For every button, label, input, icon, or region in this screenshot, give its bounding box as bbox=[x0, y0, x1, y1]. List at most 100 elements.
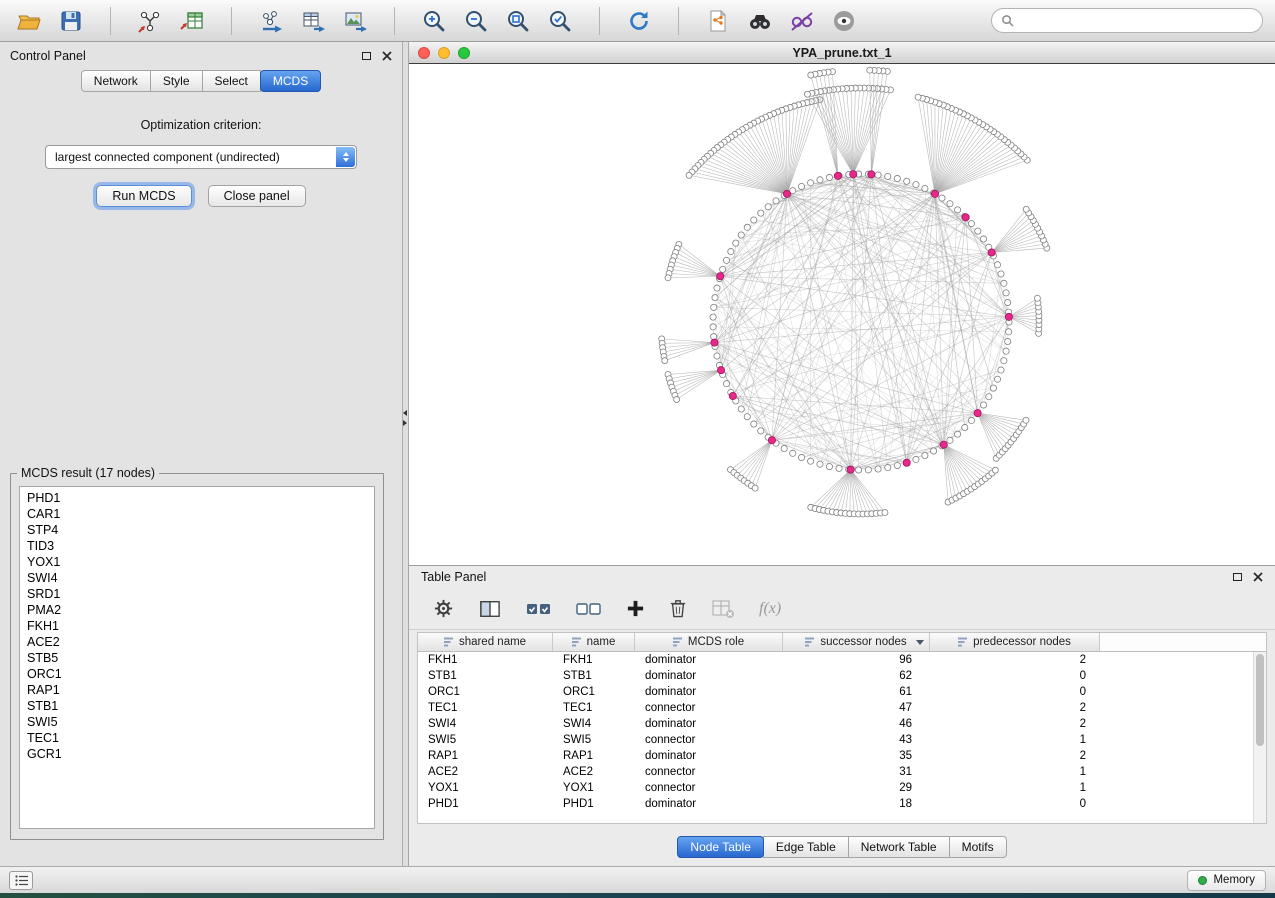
close-panel-icon[interactable] bbox=[382, 51, 392, 61]
mcds-result-item[interactable]: PMA2 bbox=[27, 602, 367, 618]
tab-network[interactable]: Network bbox=[81, 70, 151, 92]
column-header-predecessor-nodes[interactable]: predecessor nodes bbox=[930, 633, 1100, 651]
table-cell: 1 bbox=[930, 782, 1100, 794]
table-row[interactable]: SWI5SWI5connector431 bbox=[418, 732, 1253, 748]
mcds-result-item[interactable]: SWI5 bbox=[27, 714, 367, 730]
tab-network-table[interactable]: Network Table bbox=[848, 836, 950, 858]
tab-select[interactable]: Select bbox=[202, 70, 261, 92]
eye-button[interactable] bbox=[827, 4, 861, 38]
close-panel-button[interactable]: Close panel bbox=[208, 185, 306, 207]
table-cell: 96 bbox=[783, 654, 930, 666]
mcds-result-item[interactable]: STB1 bbox=[27, 698, 367, 714]
table-scrollbar[interactable] bbox=[1253, 652, 1266, 823]
table-row[interactable]: STB1STB1dominator620 bbox=[418, 668, 1253, 684]
float-panel-icon[interactable] bbox=[362, 52, 371, 60]
table-cell: ACE2 bbox=[418, 766, 553, 778]
select-stepper-icon bbox=[336, 147, 355, 167]
table-row[interactable]: SWI4SWI4dominator462 bbox=[418, 716, 1253, 732]
sort-descending-icon bbox=[916, 640, 924, 645]
mcds-result-item[interactable]: RAP1 bbox=[27, 682, 367, 698]
select-all-icon bbox=[526, 600, 552, 618]
tab-mcds[interactable]: MCDS bbox=[260, 70, 321, 92]
mcds-result-item[interactable]: TEC1 bbox=[27, 730, 367, 746]
table-panel-header: Table Panel bbox=[409, 566, 1275, 588]
mcds-result-item[interactable]: YOX1 bbox=[27, 554, 367, 570]
table-row[interactable]: RAP1RAP1dominator352 bbox=[418, 748, 1253, 764]
mcds-result-item[interactable]: GCR1 bbox=[27, 746, 367, 762]
zoom-in-button[interactable] bbox=[417, 4, 451, 38]
toggle-columns-button[interactable] bbox=[478, 599, 502, 619]
open-folder-button[interactable] bbox=[12, 4, 46, 38]
hide-glasses-button[interactable] bbox=[785, 4, 819, 38]
mcds-result-item[interactable]: FKH1 bbox=[27, 618, 367, 634]
mcds-result-item[interactable]: ORC1 bbox=[27, 666, 367, 682]
status-bar: Memory bbox=[0, 866, 1275, 893]
column-header-successor-nodes[interactable]: successor nodes bbox=[783, 633, 930, 651]
select-all-button[interactable] bbox=[526, 600, 552, 618]
mcds-result-item[interactable]: ACE2 bbox=[27, 634, 367, 650]
mcds-result-item[interactable]: CAR1 bbox=[27, 506, 367, 522]
mcds-result-item[interactable]: STB5 bbox=[27, 650, 367, 666]
optimization-criterion-select[interactable]: largest connected component (undirected) bbox=[45, 145, 357, 169]
search-input[interactable] bbox=[1020, 14, 1253, 28]
table-row[interactable]: TEC1TEC1connector472 bbox=[418, 700, 1253, 716]
table-row[interactable]: FKH1FKH1dominator962 bbox=[418, 652, 1253, 668]
tab-node-table[interactable]: Node Table bbox=[677, 836, 764, 858]
import-table-button[interactable] bbox=[175, 4, 209, 38]
import-network-button[interactable] bbox=[133, 4, 167, 38]
table-cell: dominator bbox=[635, 670, 783, 682]
mcds-result-item[interactable]: SRD1 bbox=[27, 586, 367, 602]
control-panel: Control Panel Network Style Select MCDS … bbox=[0, 42, 403, 866]
memory-label: Memory bbox=[1213, 874, 1255, 886]
mcds-result-item[interactable]: SWI4 bbox=[27, 570, 367, 586]
list-menu-icon bbox=[15, 875, 28, 886]
zoom-selected-button[interactable] bbox=[543, 4, 577, 38]
table-row[interactable]: PHD1PHD1dominator180 bbox=[418, 796, 1253, 812]
mcds-result-group: MCDS result (17 nodes) PHD1CAR1STP4TID3Y… bbox=[10, 466, 384, 840]
mcds-result-item[interactable]: TID3 bbox=[27, 538, 367, 554]
float-table-panel-icon[interactable] bbox=[1233, 573, 1242, 581]
add-column-button[interactable] bbox=[626, 599, 645, 618]
deselect-all-button[interactable] bbox=[576, 600, 602, 618]
column-header-mcds-role[interactable]: MCDS role bbox=[635, 633, 783, 651]
delete-columns-button[interactable] bbox=[669, 598, 687, 619]
column-header-name[interactable]: name bbox=[553, 633, 635, 651]
network-titlebar[interactable]: YPA_prune.txt_1 bbox=[409, 42, 1275, 64]
network-canvas[interactable] bbox=[409, 64, 1275, 565]
column-header-shared-name[interactable]: shared name bbox=[418, 633, 553, 651]
zoom-fit-button[interactable] bbox=[501, 4, 535, 38]
refresh-button[interactable] bbox=[622, 4, 656, 38]
table-row[interactable]: ORC1ORC1dominator610 bbox=[418, 684, 1253, 700]
memory-status-icon bbox=[1198, 876, 1207, 885]
tab-motifs[interactable]: Motifs bbox=[949, 836, 1007, 858]
mcds-result-item[interactable]: STP4 bbox=[27, 522, 367, 538]
export-table-button[interactable] bbox=[296, 4, 330, 38]
share-document-button[interactable] bbox=[701, 4, 735, 38]
table-settings-button[interactable] bbox=[433, 598, 454, 619]
export-network-button[interactable] bbox=[254, 4, 288, 38]
sort-icon bbox=[805, 637, 815, 647]
minimize-window-button[interactable] bbox=[438, 47, 450, 59]
table-cell: dominator bbox=[635, 798, 783, 810]
tab-style[interactable]: Style bbox=[150, 70, 203, 92]
run-mcds-button[interactable]: Run MCDS bbox=[96, 185, 191, 207]
search-binoculars-button[interactable] bbox=[743, 4, 777, 38]
close-table-panel-icon[interactable] bbox=[1253, 572, 1263, 582]
table-row[interactable]: YOX1YOX1connector291 bbox=[418, 780, 1253, 796]
splitter-collapse-icon[interactable] bbox=[403, 410, 407, 426]
memory-button[interactable]: Memory bbox=[1187, 870, 1266, 891]
table-row[interactable]: ACE2ACE2connector311 bbox=[418, 764, 1253, 780]
export-image-button[interactable] bbox=[338, 4, 372, 38]
mcds-result-item[interactable]: PHD1 bbox=[27, 490, 367, 506]
mcds-result-list[interactable]: PHD1CAR1STP4TID3YOX1SWI4SRD1PMA2FKH1ACE2… bbox=[19, 486, 375, 829]
zoom-window-button[interactable] bbox=[458, 47, 470, 59]
save-button[interactable] bbox=[54, 4, 88, 38]
scrollbar-thumb[interactable] bbox=[1256, 654, 1264, 746]
status-menu-button[interactable] bbox=[9, 871, 33, 890]
function-builder-button[interactable]: f(x) bbox=[759, 600, 781, 618]
zoom-out-button[interactable] bbox=[459, 4, 493, 38]
delete-table-button[interactable] bbox=[711, 599, 735, 619]
tab-edge-table[interactable]: Edge Table bbox=[763, 836, 849, 858]
close-window-button[interactable] bbox=[418, 47, 430, 59]
sort-icon bbox=[572, 637, 582, 647]
